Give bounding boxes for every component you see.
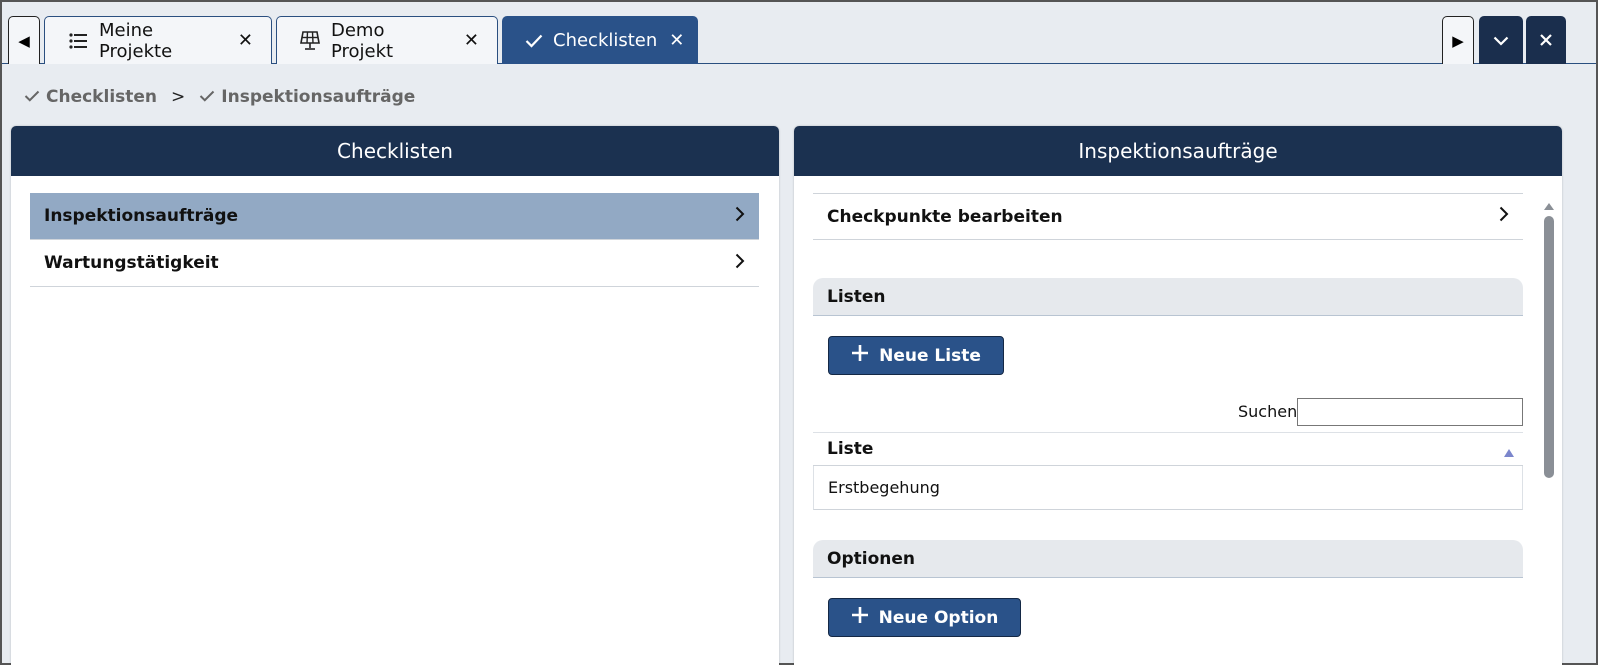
checklisten-panel: Checklisten Inspektionsaufträge Wartungs… (11, 126, 779, 665)
tab-bar: ◀ Meine Projekte ✕ Demo Projekt ✕ Checkl… (2, 2, 1596, 64)
close-icon (1540, 31, 1552, 50)
tab-demo-projekt[interactable]: Demo Projekt ✕ (276, 16, 498, 64)
column-label: Liste (827, 439, 874, 459)
check-icon (24, 87, 40, 107)
plus-icon (851, 606, 869, 629)
neue-option-button[interactable]: Neue Option (828, 598, 1021, 637)
panel-title: Checklisten (11, 126, 779, 176)
tab-scroll-right-button[interactable]: ▶ (1442, 16, 1474, 64)
tab-scroll-left-button[interactable]: ◀ (8, 16, 40, 64)
table-cell: Erstbegehung (828, 478, 940, 497)
chevron-right-icon (735, 253, 745, 274)
optionen-section-heading: Optionen (813, 540, 1523, 578)
scroll-thumb[interactable] (1544, 216, 1554, 478)
listen-section-heading: Listen (813, 278, 1523, 316)
tab-label: Meine Projekte (99, 19, 173, 62)
check-icon (525, 30, 543, 52)
button-label: Neue Liste (879, 345, 981, 366)
list-item-label: Inspektionsaufträge (44, 206, 239, 226)
tab-meine-projekte[interactable]: Meine Projekte ✕ (44, 16, 272, 64)
search-input[interactable] (1297, 398, 1523, 426)
scroll-up-arrow-icon[interactable] (1543, 196, 1555, 215)
solar-panel-icon (299, 30, 321, 52)
breadcrumb-label: Inspektionsaufträge (221, 87, 416, 107)
chevron-right-icon (735, 206, 745, 227)
list-icon (67, 30, 89, 52)
scrollbar[interactable] (1542, 196, 1556, 665)
close-all-button[interactable] (1526, 16, 1566, 64)
button-label: Neue Option (878, 607, 999, 628)
check-icon (199, 87, 215, 107)
sort-ascending-icon (1503, 443, 1515, 463)
chevron-right-icon (1499, 206, 1509, 227)
plus-icon (851, 344, 869, 367)
list-item-wartungstaetigkeit[interactable]: Wartungstätigkeit (30, 240, 759, 287)
tab-menu-button[interactable] (1479, 16, 1523, 64)
triangle-left-icon: ◀ (18, 31, 30, 50)
panel-title: Inspektionsaufträge (794, 126, 1562, 176)
inspektionsauftraege-panel: Inspektionsaufträge Checkpunkte bearbeit… (794, 126, 1562, 665)
tab-checklisten[interactable]: Checklisten ✕ (502, 16, 698, 64)
neue-liste-button[interactable]: Neue Liste (828, 336, 1004, 375)
search-label: Suchen (1238, 402, 1298, 421)
checkpunkte-bearbeiten-row[interactable]: Checkpunkte bearbeiten (813, 193, 1523, 240)
breadcrumb-separator: > (171, 87, 186, 107)
breadcrumb: Checklisten > Inspektionsaufträge (24, 86, 415, 108)
breadcrumb-checklisten[interactable]: Checklisten (24, 87, 157, 107)
list-item-label: Wartungstätigkeit (44, 253, 219, 273)
triangle-right-icon: ▶ (1452, 31, 1464, 50)
close-icon[interactable]: ✕ (238, 30, 253, 51)
tab-label: Demo Projekt (331, 19, 394, 62)
breadcrumb-label: Checklisten (46, 87, 158, 107)
close-icon[interactable]: ✕ (669, 30, 684, 51)
table-row[interactable]: Erstbegehung (813, 466, 1523, 510)
list-item-inspektionsauftraege[interactable]: Inspektionsaufträge (30, 193, 759, 240)
tab-label: Checklisten (553, 30, 658, 51)
table-header-liste[interactable]: Liste (813, 432, 1523, 466)
breadcrumb-inspektionsauftraege[interactable]: Inspektionsaufträge (199, 87, 415, 107)
list-item-label: Checkpunkte bearbeiten (827, 206, 1063, 227)
close-icon[interactable]: ✕ (464, 30, 479, 51)
chevron-down-icon (1493, 31, 1509, 50)
